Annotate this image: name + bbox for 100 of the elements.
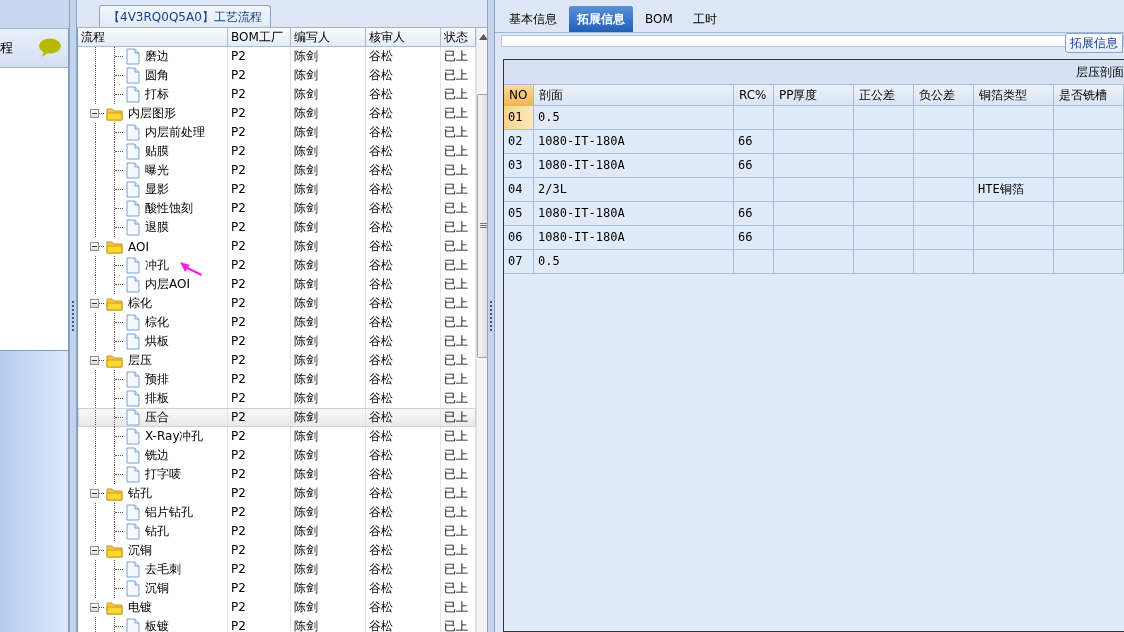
collapse-toggle[interactable] <box>90 489 99 498</box>
tab[interactable]: 工时 <box>684 6 725 32</box>
author-cell: 陈剑 <box>291 560 366 579</box>
tree-row[interactable]: 铝片钻孔 P2 陈剑 谷松 已上 <box>78 503 476 522</box>
tree-row[interactable]: 棕化 P2 陈剑 谷松 已上 <box>78 294 476 313</box>
process-step-label: 曝光 <box>145 162 169 179</box>
tree-row[interactable]: 棕化 P2 陈剑 谷松 已上 <box>78 313 476 332</box>
bom-factory-cell: P2 <box>228 351 291 370</box>
column-header[interactable]: 正公差 <box>854 85 914 105</box>
column-header[interactable]: 剖面 <box>534 85 734 105</box>
collapse-toggle[interactable] <box>90 603 99 612</box>
splitter-handle[interactable] <box>487 0 495 632</box>
tree-row[interactable]: 圆角 P2 陈剑 谷松 已上 <box>78 66 476 85</box>
tree-row[interactable]: AOI P2 陈剑 谷松 已上 <box>78 237 476 256</box>
splitter-handle[interactable] <box>69 0 77 632</box>
bom-factory-cell: P2 <box>228 332 291 351</box>
tree-row[interactable]: 钻孔 P2 陈剑 谷松 已上 <box>78 522 476 541</box>
table-cell: HTE铜箔 <box>974 178 1054 201</box>
tree-row[interactable]: X-Ray冲孔 P2 陈剑 谷松 已上 <box>78 427 476 446</box>
tree-row[interactable]: 贴膜 P2 陈剑 谷松 已上 <box>78 142 476 161</box>
author-cell: 陈剑 <box>291 503 366 522</box>
author-cell: 陈剑 <box>291 484 366 503</box>
process-step-label: 内层前处理 <box>145 124 205 141</box>
tree-row[interactable]: 钻孔 P2 陈剑 谷松 已上 <box>78 484 476 503</box>
cursor-icon <box>180 262 202 276</box>
scroll-up-icon[interactable] <box>479 34 487 40</box>
tree-row[interactable]: 压合 P2 陈剑 谷松 已上 <box>78 408 476 427</box>
tree-row[interactable]: 铣边 P2 陈剑 谷松 已上 <box>78 446 476 465</box>
tree-row[interactable]: 层压 P2 陈剑 谷松 已上 <box>78 351 476 370</box>
row-number-cell[interactable]: 04 <box>504 178 534 201</box>
column-header[interactable]: 核审人 <box>366 28 441 46</box>
folder-icon <box>106 353 123 368</box>
column-header[interactable]: 流程 <box>78 28 228 46</box>
reviewer-cell: 谷松 <box>366 218 441 237</box>
process-group-label: 棕化 <box>128 295 152 312</box>
tree-row[interactable]: 预排 P2 陈剑 谷松 已上 <box>78 370 476 389</box>
tree-row[interactable]: 打标 P2 陈剑 谷松 已上 <box>78 85 476 104</box>
author-cell: 陈剑 <box>291 313 366 332</box>
column-header[interactable]: 铜箔类型 <box>974 85 1054 105</box>
tree-row[interactable]: 烘板 P2 陈剑 谷松 已上 <box>78 332 476 351</box>
author-cell: 陈剑 <box>291 522 366 541</box>
tree-row[interactable]: 电镀 P2 陈剑 谷松 已上 <box>78 598 476 617</box>
process-step-label: 内层AOI <box>145 276 190 293</box>
author-cell: 陈剑 <box>291 180 366 199</box>
column-header[interactable]: 编写人 <box>291 28 366 46</box>
row-number-cell[interactable]: 05 <box>504 202 534 225</box>
tree-row[interactable]: 板镀 P2 陈剑 谷松 已上 <box>78 617 476 632</box>
tree-row[interactable]: 酸性蚀刻 P2 陈剑 谷松 已上 <box>78 199 476 218</box>
collapse-toggle[interactable] <box>90 109 99 118</box>
column-header[interactable]: RC% <box>734 85 774 105</box>
row-number-cell[interactable]: 01 <box>504 106 534 129</box>
collapse-toggle[interactable] <box>90 546 99 555</box>
tree-row[interactable]: 内层图形 P2 陈剑 谷松 已上 <box>78 104 476 123</box>
bom-factory-cell: P2 <box>228 123 291 142</box>
column-header[interactable]: PP厚度 <box>774 85 854 105</box>
row-number-cell[interactable]: 06 <box>504 226 534 249</box>
row-number-cell[interactable]: 07 <box>504 250 534 273</box>
tree-row[interactable]: 退膜 P2 陈剑 谷松 已上 <box>78 218 476 237</box>
scroll-thumb[interactable] <box>477 94 487 358</box>
column-header[interactable]: BOM工厂 <box>228 28 291 46</box>
author-cell: 陈剑 <box>291 427 366 446</box>
reviewer-cell: 谷松 <box>366 522 441 541</box>
process-step-label: 显影 <box>145 181 169 198</box>
tab[interactable]: 拓展信息 <box>569 6 633 32</box>
bom-factory-cell: P2 <box>228 408 291 427</box>
process-group-label: AOI <box>128 239 149 254</box>
section-button[interactable]: 拓展信息 <box>1065 33 1123 53</box>
collapse-toggle[interactable] <box>90 242 99 251</box>
table-cell: 1080-IT-180A <box>534 226 734 249</box>
file-icon <box>126 580 140 597</box>
process-group-label: 电镀 <box>128 599 152 616</box>
tree-row[interactable]: 打字唛 P2 陈剑 谷松 已上 <box>78 465 476 484</box>
file-icon <box>126 257 140 274</box>
tab[interactable]: 基本信息 <box>501 6 565 32</box>
table-cell: 1080-IT-180A <box>534 154 734 177</box>
file-icon <box>126 523 140 540</box>
tree-row[interactable]: 内层AOI P2 陈剑 谷松 已上 <box>78 275 476 294</box>
tree-row[interactable]: 内层前处理 P2 陈剑 谷松 已上 <box>78 123 476 142</box>
tree-row[interactable]: 沉铜 P2 陈剑 谷松 已上 <box>78 541 476 560</box>
collapse-toggle[interactable] <box>90 299 99 308</box>
column-header[interactable]: 是否铣槽 <box>1054 85 1124 105</box>
tree-row[interactable]: 显影 P2 陈剑 谷松 已上 <box>78 180 476 199</box>
tree-row[interactable]: 去毛刺 P2 陈剑 谷松 已上 <box>78 560 476 579</box>
bom-factory-cell: P2 <box>228 598 291 617</box>
collapse-toggle[interactable] <box>90 356 99 365</box>
tree-row[interactable]: 沉铜 P2 陈剑 谷松 已上 <box>78 579 476 598</box>
tree-row[interactable]: 曝光 P2 陈剑 谷松 已上 <box>78 161 476 180</box>
process-step-label: 烘板 <box>145 333 169 350</box>
process-step-label: 磨边 <box>145 48 169 65</box>
tab[interactable]: BOM <box>637 6 681 32</box>
reviewer-cell: 谷松 <box>366 503 441 522</box>
column-header[interactable]: NO <box>504 85 534 105</box>
author-cell: 陈剑 <box>291 294 366 313</box>
column-header[interactable]: 负公差 <box>914 85 974 105</box>
row-number-cell[interactable]: 03 <box>504 154 534 177</box>
process-step-label: 打标 <box>145 86 169 103</box>
table-title: 层压剖面 <box>1076 63 1124 81</box>
tree-row[interactable]: 磨边 P2 陈剑 谷松 已上 <box>78 47 476 66</box>
author-cell: 陈剑 <box>291 161 366 180</box>
row-number-cell[interactable]: 02 <box>504 130 534 153</box>
